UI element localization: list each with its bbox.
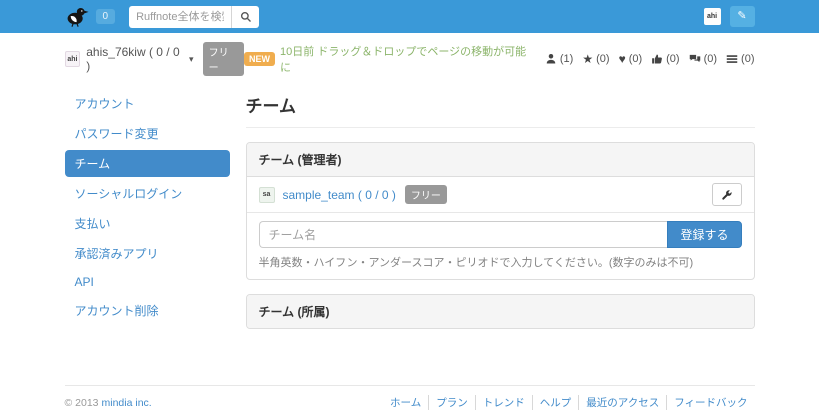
heart-icon: ♥: [619, 53, 626, 65]
stat-thumbs-up[interactable]: (0): [651, 53, 679, 65]
footer-link-home[interactable]: ホーム: [383, 395, 428, 410]
admin-teams-panel: チーム (管理者) sa sample_team ( 0 / 0 ) フリー 登…: [246, 142, 755, 280]
page-title: チーム: [246, 92, 755, 128]
team-avatar: sa: [259, 187, 275, 203]
sidebar-item-authorized-apps[interactable]: 承認済みアプリ: [65, 240, 230, 267]
username: ahis_76kiw ( 0 / 0 ): [86, 45, 185, 73]
company-link[interactable]: mindia inc.: [102, 397, 152, 409]
member-teams-panel-header: チーム (所属): [247, 295, 754, 328]
sidebar-item-payment[interactable]: 支払い: [65, 210, 230, 237]
user-avatar[interactable]: ahi: [704, 8, 721, 25]
settings-sidebar: アカウント パスワード変更 チーム ソーシャルログイン 支払い 承認済みアプリ …: [65, 90, 230, 327]
stat-feed[interactable]: (0): [726, 53, 754, 65]
topbar: 0 ahi ✎: [0, 0, 819, 33]
notification-count-badge[interactable]: 0: [96, 9, 116, 24]
admin-teams-panel-header: チーム (管理者): [247, 143, 754, 177]
create-team-form: 登録する 半角英数・ハイフン・アンダースコア・ピリオドで入力してください。(数字…: [247, 213, 754, 279]
global-search: [129, 6, 259, 28]
footer-link-help[interactable]: ヘルプ: [532, 395, 579, 410]
comments-icon: [689, 53, 701, 65]
ruffnote-bird-logo[interactable]: [65, 6, 89, 27]
search-icon: [240, 11, 252, 23]
team-link[interactable]: sample_team ( 0 / 0 ): [283, 188, 396, 202]
sidebar-item-team[interactable]: チーム: [65, 150, 230, 177]
chevron-down-icon: ▾: [189, 54, 194, 65]
team-row: sa sample_team ( 0 / 0 ) フリー: [247, 177, 754, 213]
search-button[interactable]: [231, 6, 259, 28]
plan-badge: フリー: [203, 42, 244, 76]
stat-likes[interactable]: ♥ (0): [619, 53, 643, 65]
user-avatar-small: ahi: [65, 51, 81, 67]
copyright: © 2013mindia inc.: [65, 397, 152, 409]
feed-icon: [726, 53, 738, 65]
wrench-icon: [721, 189, 733, 201]
sidebar-item-password[interactable]: パスワード変更: [65, 120, 230, 147]
thumbs-up-icon: [651, 53, 663, 65]
team-settings-button[interactable]: [712, 183, 742, 206]
footer-links: ホーム プラン トレンド ヘルプ 最近のアクセス フィードバック: [383, 395, 754, 410]
stats-bar: (1) ★ (0) ♥ (0) (0): [536, 53, 755, 65]
announcement-text: 10日前 ドラッグ＆ドロップでページの移動が可能に: [280, 43, 528, 75]
register-team-button[interactable]: 登録する: [667, 221, 741, 248]
star-icon: ★: [582, 53, 593, 65]
team-name-help-text: 半角英数・ハイフン・アンダースコア・ピリオドで入力してください。(数字のみは不可…: [259, 254, 742, 270]
new-badge: NEW: [244, 52, 275, 66]
stat-members[interactable]: (1): [545, 53, 573, 65]
footer-link-trend[interactable]: トレンド: [475, 395, 532, 410]
user-dropdown-toggle[interactable]: ahis_76kiw ( 0 / 0 ) ▾: [86, 45, 193, 73]
footer-link-recent-access[interactable]: 最近のアクセス: [578, 395, 666, 410]
sidebar-item-delete-account[interactable]: アカウント削除: [65, 297, 230, 324]
sidebar-item-social-login[interactable]: ソーシャルログイン: [65, 180, 230, 207]
team-plan-badge: フリー: [405, 185, 447, 204]
team-name-input[interactable]: [259, 221, 668, 248]
stat-stars[interactable]: ★ (0): [582, 53, 609, 65]
search-input[interactable]: [129, 6, 231, 28]
member-teams-panel: チーム (所属): [246, 294, 755, 329]
member-icon: [545, 53, 557, 65]
footer: © 2013mindia inc. ホーム プラン トレンド ヘルプ 最近のアク…: [65, 385, 755, 418]
footer-link-plan[interactable]: プラン: [428, 395, 475, 410]
announcement-link[interactable]: NEW 10日前 ドラッグ＆ドロップでページの移動が可能に: [244, 43, 528, 75]
stat-comments[interactable]: (0): [689, 53, 717, 65]
sidebar-item-api[interactable]: API: [65, 270, 230, 294]
new-page-button[interactable]: ✎: [730, 6, 755, 27]
sidebar-item-account[interactable]: アカウント: [65, 90, 230, 117]
footer-link-feedback[interactable]: フィードバック: [666, 395, 754, 410]
pencil-icon: ✎: [737, 10, 746, 22]
bird-icon: [65, 6, 89, 27]
user-bar: ahi ahis_76kiw ( 0 / 0 ) ▾ フリー NEW 10日前 …: [65, 42, 755, 76]
